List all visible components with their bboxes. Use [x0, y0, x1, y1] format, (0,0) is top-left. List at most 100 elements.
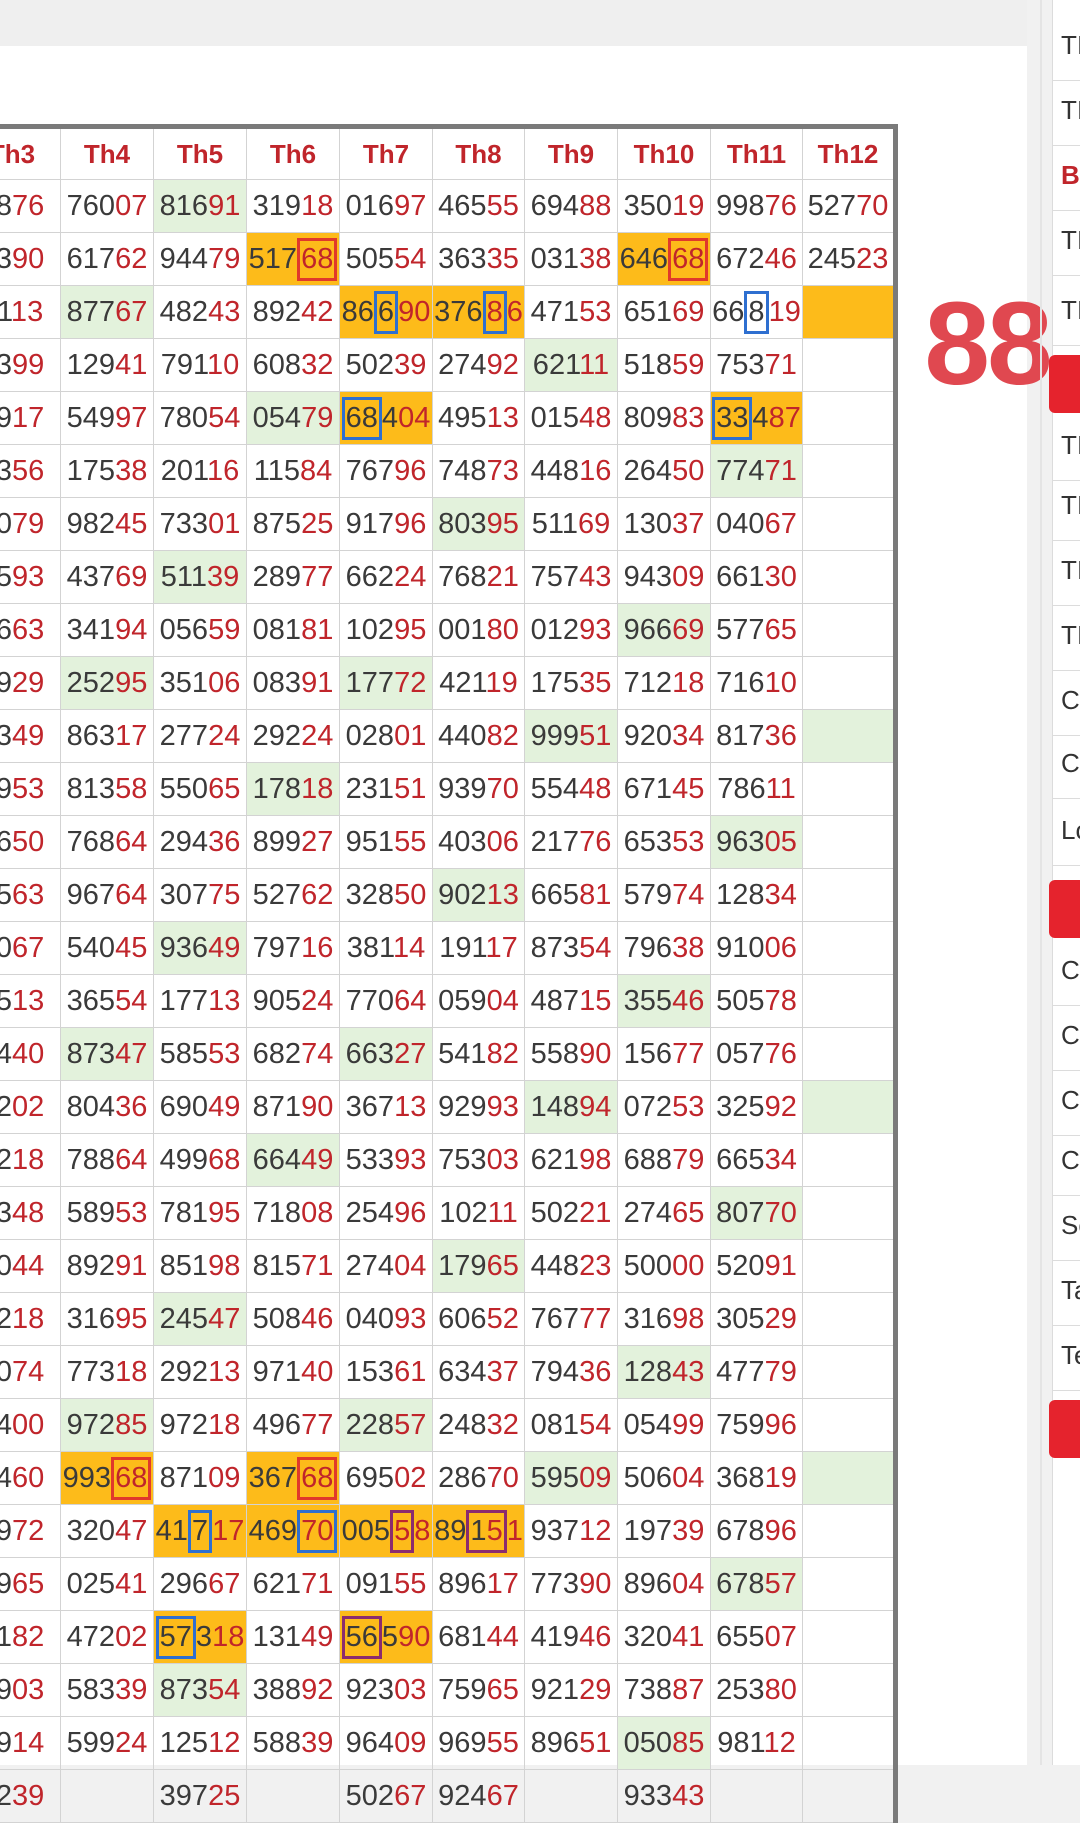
result-cell: 9903: [0, 1663, 61, 1717]
result-cell: 1067: [0, 921, 61, 975]
result-cell: 51169: [524, 497, 618, 551]
sidebar-item[interactable]: TI th: [1053, 205, 1080, 276]
result-cell: 93712: [524, 1504, 618, 1558]
result-cell: 65353: [617, 815, 711, 869]
result-cell: 55065: [153, 762, 247, 816]
result-cell: 87354: [524, 921, 618, 975]
sidebar-item[interactable]: TI: [1053, 600, 1080, 671]
result-cell: [802, 1504, 896, 1558]
scrollbar-track[interactable]: [1040, 0, 1042, 1765]
table-row: 5972320474171746970005588915193712197396…: [0, 1504, 896, 1558]
result-cell: 12843: [617, 1345, 711, 1399]
result-cell: 93343: [617, 1769, 711, 1823]
result-cell: [802, 1398, 896, 1452]
result-cell: 99876: [710, 179, 803, 233]
result-cell: 68879: [617, 1133, 711, 1187]
result-cell: 14894: [524, 1080, 618, 1134]
result-cell: 58339: [60, 1663, 154, 1717]
result-cell: 74873: [432, 444, 525, 498]
result-cell: 62171: [246, 1557, 340, 1611]
result-cell: 65169: [617, 285, 711, 339]
sidebar-item[interactable]: Ba: [1053, 140, 1080, 211]
result-cell: 80770: [710, 1186, 803, 1240]
result-cell: 97285: [60, 1398, 154, 1452]
sidebar-item[interactable]: C': [1053, 1125, 1080, 1196]
result-cell: 32592: [710, 1080, 803, 1134]
result-cell: 59924: [60, 1716, 154, 1770]
result-cell: 90213: [432, 868, 525, 922]
table-row: 3074773182921397140153616343779436128434…: [0, 1345, 896, 1399]
result-cell: 005 5 8: [339, 1504, 433, 1558]
sidebar-item[interactable]: Lo: [1053, 795, 1080, 866]
sidebar-item[interactable]: TI: [1053, 10, 1080, 81]
sidebar-item[interactable]: C': [1053, 1000, 1080, 1071]
result-cell: 36713: [339, 1080, 433, 1134]
result-cell: 27404: [339, 1239, 433, 1293]
right-sidebar: TITIBaTI thTITITITITICC VLoC'C'C'C'ScTaT…: [1049, 0, 1080, 1765]
result-cell: 52091: [710, 1239, 803, 1293]
lottery-results-table: Th3Th4Th5Th6Th7Th8Th9Th10Th11Th12 487676…: [0, 124, 898, 1823]
result-cell: 89 15 1: [432, 1504, 525, 1558]
column-header-th11: Th11: [710, 126, 803, 180]
result-cell: 87525: [246, 497, 340, 551]
digit-highlight-box: 68: [297, 1456, 338, 1500]
result-cell: 3218: [0, 1292, 61, 1346]
sidebar-item[interactable]: C V: [1053, 728, 1080, 799]
result-cell: 25295: [60, 656, 154, 710]
sidebar-item[interactable]: TI: [1053, 75, 1080, 146]
result-cell: 90524: [246, 974, 340, 1028]
sidebar-item[interactable]: TI: [1053, 535, 1080, 606]
result-cell: 87109: [153, 1451, 247, 1505]
sidebar-item[interactable]: C': [1053, 935, 1080, 1006]
table-row: 1953813585506517818231519397055448671457…: [0, 762, 896, 816]
result-cell: 75303: [432, 1133, 525, 1187]
result-cell: 76796: [339, 444, 433, 498]
result-cell: 89927: [246, 815, 340, 869]
result-cell: 75371: [710, 338, 803, 392]
result-cell: 96305: [710, 815, 803, 869]
result-cell: 55448: [524, 762, 618, 816]
result-cell: 3460: [0, 1451, 61, 1505]
result-cell: 25496: [339, 1186, 433, 1240]
result-cell: 15677: [617, 1027, 711, 1081]
result-cell: 77318: [60, 1345, 154, 1399]
sidebar-item[interactable]: TI: [1053, 470, 1080, 541]
result-cell: 67857: [710, 1557, 803, 1611]
result-cell: 24832: [432, 1398, 525, 1452]
sidebar-item[interactable]: Te: [1053, 1320, 1080, 1391]
result-cell: 48243: [153, 285, 247, 339]
result-cell: [802, 285, 896, 339]
result-cell: 50221: [524, 1186, 618, 1240]
result-cell: 86 6 90: [339, 285, 433, 339]
result-cell: 993 68: [60, 1451, 154, 1505]
result-cell: 376 8 6: [432, 285, 525, 339]
result-cell: 57765: [710, 603, 803, 657]
result-cell: 96669: [617, 603, 711, 657]
result-cell: 57 318: [153, 1610, 247, 1664]
result-cell: 81691: [153, 179, 247, 233]
result-cell: 91796: [339, 497, 433, 551]
result-cell: [802, 603, 896, 657]
result-cell: 92303: [339, 1663, 433, 1717]
result-cell: 71218: [617, 656, 711, 710]
result-cell: 95155: [339, 815, 433, 869]
digit-highlight-box: 68: [668, 237, 709, 281]
result-cell: 1400: [0, 1398, 61, 1452]
result-cell: 79638: [617, 921, 711, 975]
sidebar-item[interactable]: TI: [1053, 275, 1080, 346]
result-cell: 77390: [524, 1557, 618, 1611]
sidebar-item[interactable]: C: [1053, 665, 1080, 736]
sidebar-item[interactable]: Sc: [1053, 1190, 1080, 1261]
result-cell: [802, 815, 896, 869]
result-cell: 71808: [246, 1186, 340, 1240]
result-cell: 19117: [432, 921, 525, 975]
sidebar-item[interactable]: Ta: [1053, 1255, 1080, 1326]
result-cell: 28977: [246, 550, 340, 604]
result-cell: 05659: [153, 603, 247, 657]
result-cell: 50554: [339, 232, 433, 286]
result-cell: 69049: [153, 1080, 247, 1134]
result-cell: 2239: [0, 1769, 61, 1823]
results-panel: Th3Th4Th5Th6Th7Th8Th9Th10Th11Th12 487676…: [0, 46, 1053, 1823]
result-cell: 87347: [60, 1027, 154, 1081]
result-cell: 66534: [710, 1133, 803, 1187]
